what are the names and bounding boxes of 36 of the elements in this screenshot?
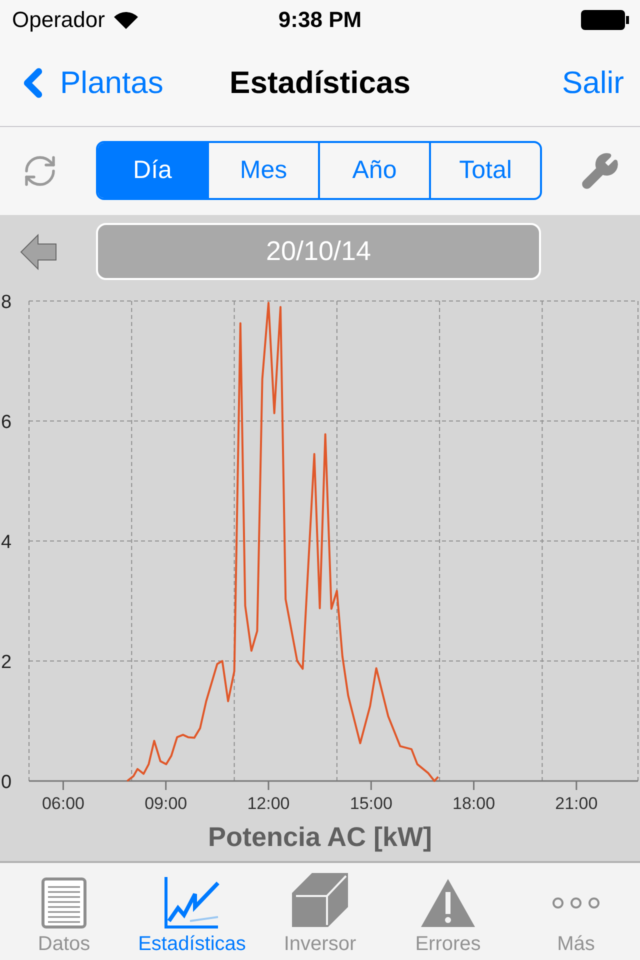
x-tick-label: 18:00 [452, 794, 496, 813]
tab-bar-item[interactable]: Errores [384, 862, 512, 960]
logout-button[interactable]: Salir [562, 64, 624, 101]
date-button[interactable]: 20/10/14 [96, 223, 541, 280]
back-button[interactable]: Plantas [10, 60, 164, 106]
warning-icon [420, 877, 476, 929]
x-tick-label: 12:00 [247, 794, 290, 813]
line-chart-icon [164, 875, 220, 929]
status-time: 9:38 PM [278, 6, 362, 33]
y-tick-label: 6 [1, 412, 12, 433]
box-icon [290, 871, 350, 929]
tab-bar-item[interactable]: Datos [0, 862, 128, 960]
y-tick-label: 4 [1, 532, 12, 553]
wrench-icon[interactable] [580, 150, 620, 191]
x-tick-label: 06:00 [42, 794, 84, 813]
x-tick-label: 15:00 [350, 794, 392, 813]
tab-bar-item[interactable]: Inversor [256, 862, 384, 960]
y-tick-label: 2 [1, 652, 12, 673]
y-tick-label: 0 [1, 772, 12, 793]
y-tick-label: 8 [1, 292, 12, 313]
left-arrow-icon[interactable] [20, 234, 58, 270]
period-segment[interactable]: Total [429, 143, 540, 198]
tab-bar-item[interactable]: Estadísticas [128, 862, 256, 960]
carrier-name: Operador [12, 6, 105, 33]
tab-bar-item[interactable]: Más [512, 862, 640, 960]
battery-icon [580, 8, 630, 31]
nav-title: Estadísticas [230, 64, 410, 101]
period-segment[interactable]: Mes [207, 143, 318, 198]
x-tick-label: 09:00 [144, 794, 188, 813]
period-segment[interactable]: Día [98, 143, 207, 198]
x-tick-label: 21:00 [555, 794, 598, 813]
notepad-icon [41, 877, 87, 929]
period-segment[interactable]: Año [318, 143, 429, 198]
chart-title: Potencia AC [kW] [208, 822, 432, 852]
more-icon [551, 897, 601, 909]
wifi-icon [112, 10, 139, 30]
